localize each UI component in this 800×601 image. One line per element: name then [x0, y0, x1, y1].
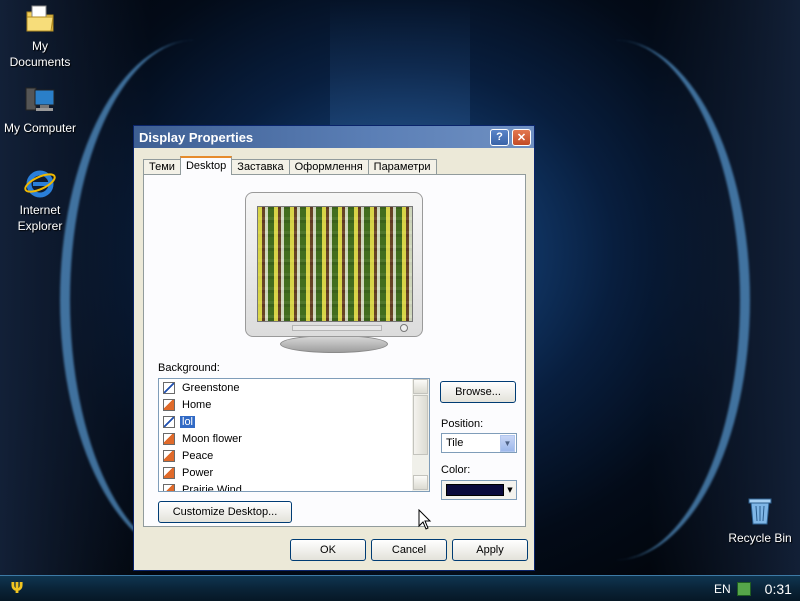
tab-desktop[interactable]: Desktop	[179, 156, 233, 175]
list-item[interactable]: Prairie Wind	[163, 482, 244, 491]
desktop-icon-my-documents[interactable]: My Documents	[0, 2, 80, 70]
desktop-icon-recycle-bin[interactable]: Recycle Bin	[720, 494, 800, 546]
ok-button[interactable]: OK	[290, 539, 366, 561]
help-button[interactable]: ?	[490, 128, 509, 146]
chevron-down-icon: ▼	[507, 486, 513, 494]
color-label: Color:	[441, 464, 471, 476]
scroll-up-button[interactable]	[413, 379, 428, 394]
desktop-icon-internet-explorer[interactable]: Internet Explorer	[0, 166, 80, 234]
tab-screensaver[interactable]: Заставка	[231, 159, 290, 175]
close-icon: ✕	[516, 131, 527, 144]
title-bar[interactable]: Display Properties ? ✕	[134, 126, 534, 148]
list-scrollbar[interactable]	[412, 379, 429, 491]
tab-appearance[interactable]: Оформлення	[288, 159, 369, 175]
list-item[interactable]: Greenstone	[163, 380, 241, 396]
wallpaper-file-icon	[163, 484, 175, 491]
window-title: Display Properties	[139, 129, 254, 145]
position-label: Position:	[441, 418, 484, 430]
desktop-icon-my-computer[interactable]: My Computer	[0, 84, 80, 136]
scroll-thumb[interactable]	[413, 395, 428, 455]
list-item[interactable]: Power	[163, 465, 215, 481]
background-label: Background:	[158, 362, 220, 374]
list-item-selected[interactable]: lol	[163, 414, 197, 430]
customize-desktop-button[interactable]: Customize Desktop...	[158, 501, 292, 523]
cancel-button[interactable]: Cancel	[371, 539, 447, 561]
wallpaper-file-icon	[163, 399, 175, 411]
monitor-stand	[280, 335, 388, 353]
computer-icon	[23, 84, 57, 118]
close-button[interactable]: ✕	[512, 128, 531, 146]
position-select[interactable]: Tile ▼	[441, 433, 517, 453]
position-value: Tile	[446, 437, 464, 449]
network-icon[interactable]	[736, 581, 751, 596]
monitor-preview	[245, 192, 423, 337]
background-list[interactable]: Greenstone Home lol Moon flower Peace Po…	[158, 378, 430, 492]
recycle-bin-icon	[743, 494, 777, 528]
tab-strip: Теми Desktop Заставка Оформлення Парамет…	[143, 156, 437, 175]
monitor-power-icon	[400, 324, 408, 332]
system-tray: EN 0:31	[704, 576, 800, 601]
color-picker-button[interactable]: ▼	[441, 480, 517, 500]
language-indicator[interactable]: EN	[714, 582, 731, 596]
wallpaper-file-icon	[163, 416, 175, 428]
taskbar: Ψ EN 0:31	[0, 575, 800, 601]
folder-documents-icon	[23, 2, 57, 36]
display-properties-window: Display Properties ? ✕ Теми Desktop Заст…	[133, 125, 535, 571]
list-item[interactable]: Moon flower	[163, 431, 244, 447]
scroll-down-button[interactable]	[413, 475, 428, 490]
wallpaper-file-icon	[163, 382, 175, 394]
desktop-tab-panel: Background: Greenstone Home lol Moon flo…	[143, 174, 526, 527]
help-icon: ?	[496, 131, 503, 143]
chevron-down-icon[interactable]: ▼	[500, 435, 515, 452]
wallpaper-file-icon	[163, 450, 175, 462]
wallpaper-file-icon	[163, 467, 175, 479]
list-item[interactable]: Peace	[163, 448, 215, 464]
trident-icon: Ψ	[10, 579, 24, 597]
monitor-vent	[292, 325, 382, 331]
apply-button[interactable]: Apply	[452, 539, 528, 561]
start-button[interactable]: Ψ	[8, 579, 26, 597]
wallpaper-file-icon	[163, 433, 175, 445]
tab-themes[interactable]: Теми	[143, 159, 181, 175]
color-swatch	[446, 484, 504, 496]
tab-settings[interactable]: Параметри	[367, 159, 437, 175]
browse-button[interactable]: Browse...	[440, 381, 516, 403]
clock[interactable]: 0:31	[765, 581, 792, 597]
list-item[interactable]: Home	[163, 397, 213, 413]
internet-explorer-icon	[23, 166, 57, 200]
wallpaper-preview	[257, 206, 413, 322]
